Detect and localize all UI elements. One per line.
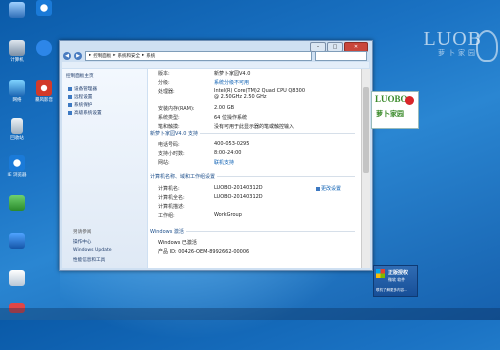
left-nav-pane: 控制面板主页 设备管理器 远程设置 系统保护 高级系统设置 另请参阅 操作中心 … bbox=[62, 69, 147, 268]
recycle-bin-icon bbox=[11, 118, 23, 134]
see-also-performance[interactable]: 性能信息和工具 bbox=[73, 257, 105, 263]
desktop-icon-player[interactable]: 暴风影音 bbox=[29, 80, 59, 103]
breadcrumb-separator: ▸ bbox=[113, 53, 116, 58]
change-settings-link[interactable]: 更改设置 bbox=[316, 185, 341, 192]
see-also-action-center[interactable]: 操作中心 bbox=[73, 239, 91, 245]
computer-name-label: 计算机名: bbox=[158, 186, 180, 192]
desktop-icon-ie[interactable] bbox=[29, 0, 59, 17]
system-window: – □ ✕ ◀ ▶ ▸ 控制面板 ▸ 系统和安全 ▸ 系统 控制面板主页 设备管… bbox=[59, 40, 419, 297]
desktop-icon-app-2[interactable] bbox=[2, 195, 32, 212]
desktop-icon-network[interactable]: 网络 bbox=[2, 80, 32, 103]
activation-status: Windows 已激活 bbox=[158, 240, 197, 246]
oem-logo: LUOBO 萝卜家园 bbox=[371, 91, 419, 129]
full-name-label: 计算机全名: bbox=[158, 195, 185, 201]
shield-icon bbox=[68, 102, 72, 107]
computer-icon bbox=[9, 40, 25, 56]
genuine-line2: 微软 软件 bbox=[388, 277, 406, 282]
rating-link[interactable]: 系统分级不可用 bbox=[214, 79, 249, 86]
nav-item-system-protection[interactable]: 系统保护 bbox=[68, 102, 92, 108]
forward-button[interactable]: ▶ bbox=[74, 51, 82, 60]
player-icon bbox=[36, 80, 52, 96]
back-button[interactable]: ◀ bbox=[63, 51, 71, 60]
full-name-value: LUOBO-20140312D bbox=[214, 194, 263, 200]
edition-label: 版本: bbox=[158, 71, 170, 77]
ram-label: 安装内存(RAM): bbox=[158, 106, 195, 112]
processor-label: 处理器: bbox=[158, 89, 175, 95]
online-support-link[interactable]: 联机支持 bbox=[214, 159, 234, 166]
network-icon bbox=[9, 80, 25, 96]
desktop-icon-ie-2[interactable]: IE 浏览器 bbox=[2, 155, 32, 178]
website-label: 网站: bbox=[158, 160, 170, 166]
see-also-windows-update[interactable]: Windows Update bbox=[73, 248, 112, 253]
description-label: 计算机描述: bbox=[158, 204, 185, 210]
oem-logo-line1: LUOBO bbox=[375, 94, 408, 104]
genuine-line3: 联机了解更多内容... bbox=[376, 288, 408, 292]
phone-label: 电话号码: bbox=[158, 142, 180, 148]
breadcrumb-item[interactable]: 控制面板 bbox=[93, 53, 111, 59]
see-also-title: 另请参阅 bbox=[73, 230, 92, 235]
nav-item-device-manager[interactable]: 设备管理器 bbox=[68, 86, 97, 92]
computer-name-value: LUOBO-20140312D bbox=[214, 185, 263, 191]
shield-icon bbox=[68, 94, 72, 99]
security-icon bbox=[9, 233, 25, 249]
desktop-icon-computer[interactable] bbox=[2, 2, 32, 19]
workgroup-label: 工作组: bbox=[158, 213, 175, 219]
system-type-value: 64 位操作系统 bbox=[214, 115, 247, 121]
control-panel-home-link[interactable]: 控制面板主页 bbox=[66, 73, 94, 79]
nav-item-remote-settings[interactable]: 远程设置 bbox=[68, 94, 92, 100]
desktop-icon-recycle-bin[interactable]: 回收站 bbox=[2, 118, 32, 141]
search-input[interactable] bbox=[315, 50, 367, 61]
desktop-icon-app[interactable] bbox=[29, 40, 59, 57]
genuine-line1: 正版授权 bbox=[388, 270, 409, 276]
breadcrumb-item[interactable]: 系统和安全 bbox=[118, 53, 141, 59]
ram-value: 2.00 GB bbox=[214, 105, 235, 111]
oem-logo-line2: 萝卜家园 bbox=[376, 110, 404, 118]
app-icon bbox=[9, 195, 25, 211]
address-bar[interactable]: ▸ 控制面板 ▸ 系统和安全 ▸ 系统 bbox=[85, 50, 312, 61]
product-id: 产品 ID: 00426-OEM-8992662-00006 bbox=[158, 249, 250, 255]
ie-icon bbox=[9, 155, 25, 171]
desktop-icon-security[interactable] bbox=[2, 233, 32, 250]
system-type-label: 系统类型: bbox=[158, 115, 180, 121]
activation-section-title: Windows 激活 bbox=[150, 228, 186, 235]
app-icon bbox=[9, 270, 25, 286]
support-hours-label: 支持小时数: bbox=[158, 151, 185, 157]
desktop-icon-computer-2[interactable]: 计算机 bbox=[2, 40, 32, 63]
computer-icon bbox=[9, 2, 25, 18]
processor-value: Intel(R) Core(TM)2 Quad CPU Q8300 @ 2.50… bbox=[214, 88, 305, 100]
shield-icon bbox=[68, 110, 72, 115]
genuine-badge[interactable]: 正版授权 微软 软件 联机了解更多内容... bbox=[373, 265, 418, 297]
desktop-icon-app-3[interactable] bbox=[2, 270, 32, 287]
system-info-pane: 版本: 新萝卜家园V4.0 分级: 系统分级不可用 处理器: Intel(R) … bbox=[148, 69, 419, 297]
app-icon bbox=[36, 40, 52, 56]
shield-icon bbox=[316, 186, 320, 191]
pen-touch-value: 没有可用于此显示器的笔或触控输入 bbox=[214, 124, 295, 130]
edition-value: 新萝卜家园V4.0 bbox=[214, 71, 251, 77]
workgroup-value: WorkGroup bbox=[214, 212, 242, 218]
shield-icon bbox=[68, 86, 72, 91]
breadcrumb-separator: ▸ bbox=[142, 53, 145, 58]
phone-value: 400-053-0295 bbox=[214, 141, 250, 147]
windows-flag-icon bbox=[376, 269, 385, 278]
breadcrumb-item[interactable]: 系统 bbox=[146, 53, 155, 59]
taskbar bbox=[0, 308, 500, 320]
brand-subtitle: 萝卜家园 bbox=[438, 49, 478, 57]
vertical-scrollbar[interactable] bbox=[361, 69, 370, 268]
apple-icon bbox=[405, 96, 414, 105]
nav-item-advanced-settings[interactable]: 高级系统设置 bbox=[68, 110, 102, 116]
scrollbar-thumb[interactable] bbox=[363, 87, 369, 173]
brand-mark-icon bbox=[476, 30, 498, 62]
computer-section-title: 计算机名称、域和工作组设置 bbox=[150, 173, 218, 180]
support-hours-value: 8:00-24:00 bbox=[214, 150, 242, 156]
rating-label: 分级: bbox=[158, 80, 170, 86]
support-section-title: 新萝卜家园V4.0 支持 bbox=[150, 130, 200, 137]
ie-icon bbox=[36, 0, 52, 16]
breadcrumb-root-icon: ▸ bbox=[89, 53, 92, 58]
address-bar-row: ◀ ▶ ▸ 控制面板 ▸ 系统和安全 ▸ 系统 bbox=[63, 50, 367, 61]
pen-touch-label: 笔和触摸: bbox=[158, 124, 180, 130]
toolbar bbox=[62, 62, 369, 68]
